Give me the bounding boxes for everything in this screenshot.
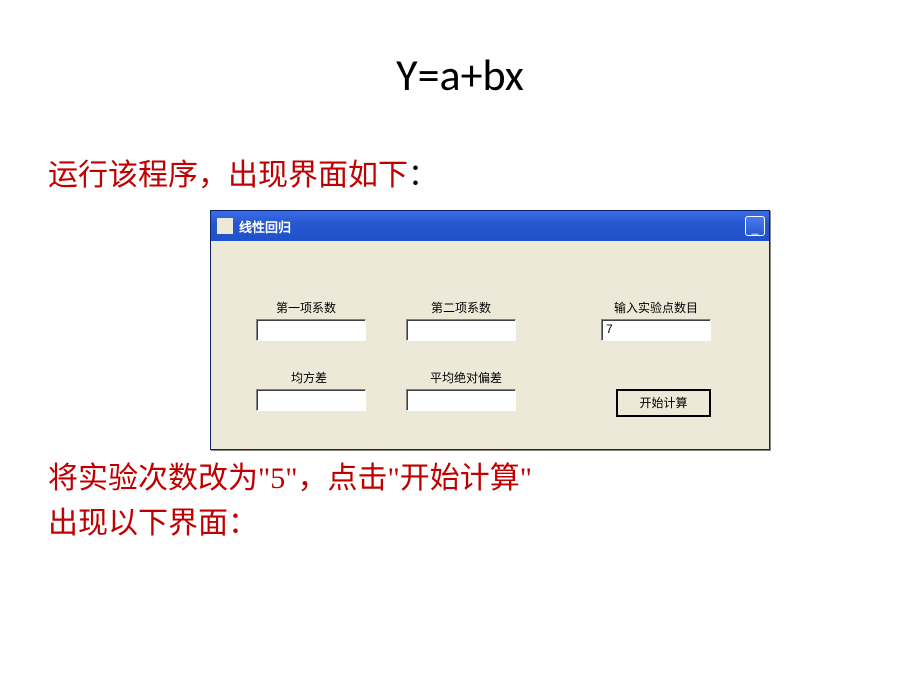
linear-regression-window: 线性回归 _ 第一项系数 第二项系数 输入实验点数目 7 均方差 平均绝对偏差 … <box>210 210 770 450</box>
intro-text: 运行该程序，出现界面如下： <box>48 150 920 194</box>
npoints-input[interactable]: 7 <box>601 319 711 341</box>
mabd-input[interactable] <box>406 389 516 411</box>
intro-main: 运行该程序，出现界面如下 <box>48 159 408 192</box>
coef1-input[interactable] <box>256 319 366 341</box>
window-title: 线性回归 <box>239 217 291 236</box>
msd-label: 均方差 <box>279 369 339 386</box>
coef1-label: 第一项系数 <box>266 299 346 316</box>
coef2-label: 第二项系数 <box>421 299 501 316</box>
app-icon <box>217 218 233 234</box>
mabd-label: 平均绝对偏差 <box>421 369 511 386</box>
calculate-button[interactable]: 开始计算 <box>616 389 711 417</box>
msd-input[interactable] <box>256 389 366 411</box>
client-area: 第一项系数 第二项系数 输入实验点数目 7 均方差 平均绝对偏差 开始计算 <box>211 241 769 449</box>
coef2-input[interactable] <box>406 319 516 341</box>
outro-text: 将实验次数改为"5"，点击"开始计算" 出现以下界面： <box>48 456 920 546</box>
slide-title: Y=a+bx <box>0 0 920 102</box>
intro-colon: ： <box>408 159 438 192</box>
outro-line2: 出现以下界面： <box>48 501 920 546</box>
minimize-button[interactable]: _ <box>745 216 765 236</box>
npoints-label: 输入实验点数目 <box>606 299 706 316</box>
titlebar[interactable]: 线性回归 _ <box>211 211 769 241</box>
outro-line1: 将实验次数改为"5"，点击"开始计算" <box>48 456 920 501</box>
